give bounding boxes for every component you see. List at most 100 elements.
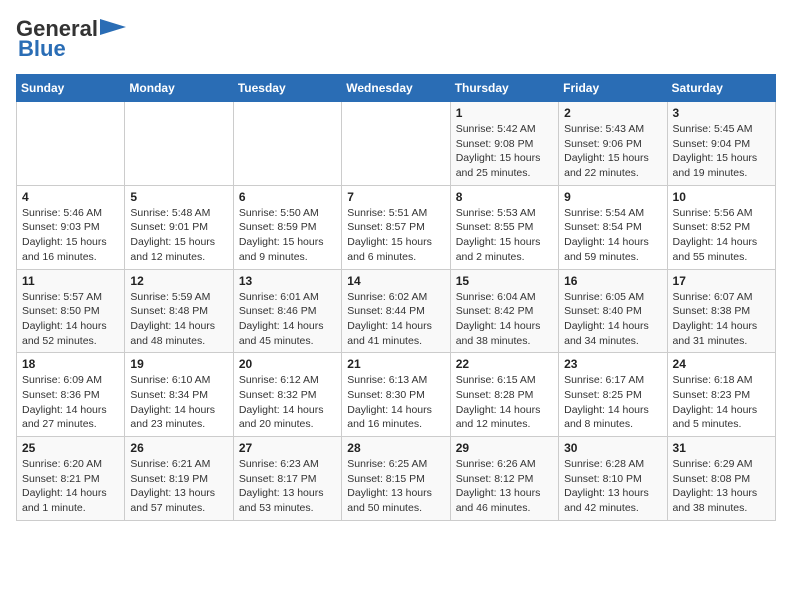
day-number: 8 [456,190,553,204]
day-number: 31 [673,441,770,455]
day-number: 13 [239,274,336,288]
calendar-cell: 5Sunrise: 5:48 AMSunset: 9:01 PMDaylight… [125,185,233,269]
logo-flag-icon [100,19,126,35]
calendar-cell: 13Sunrise: 6:01 AMSunset: 8:46 PMDayligh… [233,269,341,353]
calendar-cell: 26Sunrise: 6:21 AMSunset: 8:19 PMDayligh… [125,437,233,521]
day-number: 15 [456,274,553,288]
day-info: Sunrise: 6:25 AMSunset: 8:15 PMDaylight:… [347,457,444,516]
calendar-cell: 23 Sunrise: 6:17 AMSunset: 8:25 PMDayligh… [559,353,667,437]
day-info: Sunrise: 5:46 AMSunset: 9:03 PMDaylight:… [22,206,119,265]
weekday-header-cell: Sunday [17,75,125,102]
calendar-cell: 15 Sunrise: 6:04 AMSunset: 8:42 PMDayligh… [450,269,558,353]
calendar-week-row: 4 Sunrise: 5:46 AMSunset: 9:03 PMDaylight… [17,185,776,269]
day-info: Sunrise: 6:12 AMSunset: 8:32 PMDaylight:… [239,373,336,432]
day-info: Sunrise: 6:15 AMSunset: 8:28 PMDaylight:… [456,373,553,432]
day-number: 23 [564,357,661,371]
day-number: 27 [239,441,336,455]
calendar-cell: 27 Sunrise: 6:23 AMSunset: 8:17 PMDayligh… [233,437,341,521]
day-number: 12 [130,274,227,288]
day-info: Sunrise: 6:21 AMSunset: 8:19 PMDaylight:… [130,457,227,516]
day-info: Sunrise: 5:48 AMSunset: 9:01 PMDaylight:… [130,206,227,265]
calendar-cell: 6 Sunrise: 5:50 AMSunset: 8:59 PMDaylight… [233,185,341,269]
day-number: 25 [22,441,119,455]
day-number: 20 [239,357,336,371]
day-info: Sunrise: 5:43 AMSunset: 9:06 PMDaylight:… [564,122,661,181]
calendar-cell: 25 Sunrise: 6:20 AMSunset: 8:21 PMDayligh… [17,437,125,521]
calendar-cell: 10Sunrise: 5:56 AMSunset: 8:52 PMDayligh… [667,185,775,269]
weekday-header-cell: Thursday [450,75,558,102]
calendar-week-row: 11 Sunrise: 5:57 AMSunset: 8:50 PMDayligh… [17,269,776,353]
calendar-cell [233,102,341,186]
calendar-week-row: 1 Sunrise: 5:42 AMSunset: 9:08 PMDaylight… [17,102,776,186]
day-info: Sunrise: 5:57 AMSunset: 8:50 PMDaylight:… [22,290,119,349]
day-info: Sunrise: 5:59 AMSunset: 8:48 PMDaylight:… [130,290,227,349]
day-info: Sunrise: 6:02 AMSunset: 8:44 PMDaylight:… [347,290,444,349]
calendar-cell: 18 Sunrise: 6:09 AMSunset: 8:36 PMDayligh… [17,353,125,437]
calendar-cell: 24Sunrise: 6:18 AMSunset: 8:23 PMDayligh… [667,353,775,437]
day-number: 7 [347,190,444,204]
calendar-cell: 1 Sunrise: 5:42 AMSunset: 9:08 PMDaylight… [450,102,558,186]
day-number: 9 [564,190,661,204]
day-number: 14 [347,274,444,288]
calendar-cell: 29 Sunrise: 6:26 AMSunset: 8:12 PMDayligh… [450,437,558,521]
day-info: Sunrise: 6:20 AMSunset: 8:21 PMDaylight:… [22,457,119,516]
calendar-table: SundayMondayTuesdayWednesdayThursdayFrid… [16,74,776,521]
day-info: Sunrise: 6:04 AMSunset: 8:42 PMDaylight:… [456,290,553,349]
day-number: 24 [673,357,770,371]
calendar-cell: 30 Sunrise: 6:28 AMSunset: 8:10 PMDayligh… [559,437,667,521]
calendar-cell: 8 Sunrise: 5:53 AMSunset: 8:55 PMDaylight… [450,185,558,269]
calendar-cell: 14 Sunrise: 6:02 AMSunset: 8:44 PMDayligh… [342,269,450,353]
calendar-cell: 28Sunrise: 6:25 AMSunset: 8:15 PMDayligh… [342,437,450,521]
calendar-cell: 4 Sunrise: 5:46 AMSunset: 9:03 PMDaylight… [17,185,125,269]
calendar-cell: 11 Sunrise: 5:57 AMSunset: 8:50 PMDayligh… [17,269,125,353]
day-number: 1 [456,106,553,120]
day-number: 19 [130,357,227,371]
day-info: Sunrise: 6:05 AMSunset: 8:40 PMDaylight:… [564,290,661,349]
calendar-cell: 31 Sunrise: 6:29 AMSunset: 8:08 PMDayligh… [667,437,775,521]
day-number: 10 [673,190,770,204]
day-info: Sunrise: 6:26 AMSunset: 8:12 PMDaylight:… [456,457,553,516]
logo-blue-text: Blue [16,36,66,62]
day-info: Sunrise: 5:54 AMSunset: 8:54 PMDaylight:… [564,206,661,265]
calendar-cell: 12 Sunrise: 5:59 AMSunset: 8:48 PMDayligh… [125,269,233,353]
day-info: Sunrise: 5:53 AMSunset: 8:55 PMDaylight:… [456,206,553,265]
day-number: 21 [347,357,444,371]
day-number: 29 [456,441,553,455]
calendar-cell [342,102,450,186]
weekday-header-cell: Monday [125,75,233,102]
calendar-cell: 19Sunrise: 6:10 AMSunset: 8:34 PMDayligh… [125,353,233,437]
day-number: 30 [564,441,661,455]
calendar-cell: 9 Sunrise: 5:54 AMSunset: 8:54 PMDaylight… [559,185,667,269]
day-info: Sunrise: 5:42 AMSunset: 9:08 PMDaylight:… [456,122,553,181]
day-info: Sunrise: 6:17 AMSunset: 8:25 PMDaylight:… [564,373,661,432]
day-number: 2 [564,106,661,120]
day-info: Sunrise: 6:09 AMSunset: 8:36 PMDaylight:… [22,373,119,432]
day-number: 6 [239,190,336,204]
page-header: General Blue [16,16,776,62]
weekday-header-row: SundayMondayTuesdayWednesdayThursdayFrid… [17,75,776,102]
calendar-week-row: 18 Sunrise: 6:09 AMSunset: 8:36 PMDayligh… [17,353,776,437]
day-info: Sunrise: 5:45 AMSunset: 9:04 PMDaylight:… [673,122,770,181]
calendar-cell: 16 Sunrise: 6:05 AMSunset: 8:40 PMDayligh… [559,269,667,353]
calendar-cell: 3Sunrise: 5:45 AMSunset: 9:04 PMDaylight… [667,102,775,186]
day-info: Sunrise: 6:23 AMSunset: 8:17 PMDaylight:… [239,457,336,516]
day-number: 17 [673,274,770,288]
day-number: 22 [456,357,553,371]
calendar-body: 1 Sunrise: 5:42 AMSunset: 9:08 PMDaylight… [17,102,776,521]
day-info: Sunrise: 6:29 AMSunset: 8:08 PMDaylight:… [673,457,770,516]
calendar-week-row: 25 Sunrise: 6:20 AMSunset: 8:21 PMDayligh… [17,437,776,521]
weekday-header-cell: Saturday [667,75,775,102]
day-info: Sunrise: 6:28 AMSunset: 8:10 PMDaylight:… [564,457,661,516]
day-number: 18 [22,357,119,371]
calendar-cell: 2 Sunrise: 5:43 AMSunset: 9:06 PMDaylight… [559,102,667,186]
calendar-cell: 22 Sunrise: 6:15 AMSunset: 8:28 PMDayligh… [450,353,558,437]
day-info: Sunrise: 6:07 AMSunset: 8:38 PMDaylight:… [673,290,770,349]
day-number: 16 [564,274,661,288]
calendar-cell: 20 Sunrise: 6:12 AMSunset: 8:32 PMDayligh… [233,353,341,437]
day-info: Sunrise: 5:50 AMSunset: 8:59 PMDaylight:… [239,206,336,265]
day-number: 4 [22,190,119,204]
calendar-cell [125,102,233,186]
weekday-header-cell: Friday [559,75,667,102]
day-info: Sunrise: 6:13 AMSunset: 8:30 PMDaylight:… [347,373,444,432]
day-number: 11 [22,274,119,288]
